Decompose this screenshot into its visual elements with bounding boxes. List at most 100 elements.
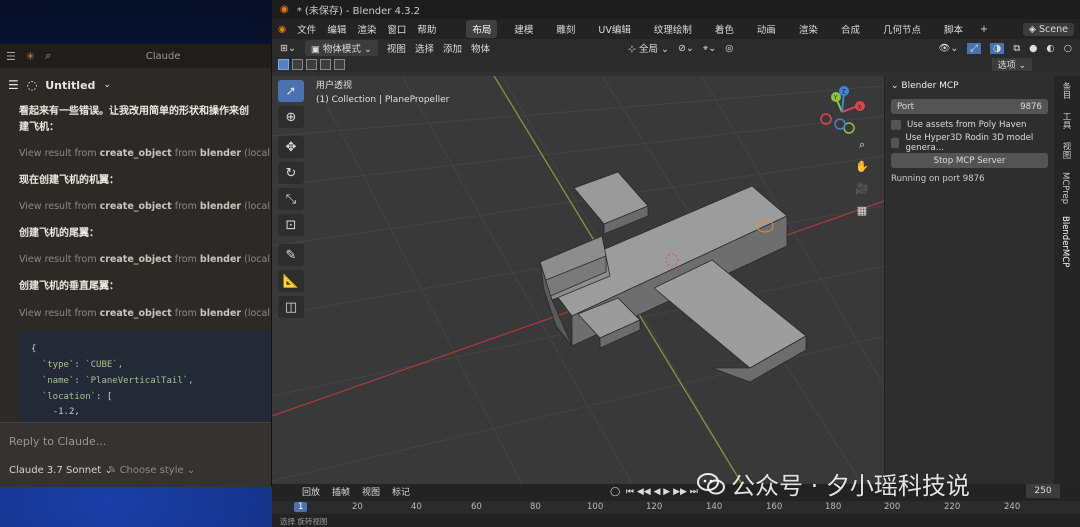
- gizmo-toggle-icon[interactable]: ⤢: [967, 42, 982, 54]
- cursor-tool-icon[interactable]: ⊕: [278, 106, 304, 128]
- mode-selector[interactable]: ▣ 物体模式 ⌄: [304, 40, 378, 56]
- add-cube-tool-icon[interactable]: ◫: [278, 296, 304, 318]
- menu-render[interactable]: 渲染: [357, 22, 376, 36]
- tool-result-link[interactable]: View result from create_object from blen…: [19, 253, 271, 268]
- select-tool-icon[interactable]: ➚: [278, 80, 304, 102]
- scene-selector[interactable]: ◈ Scene: [1022, 22, 1074, 36]
- checkbox-box[interactable]: [891, 119, 901, 130]
- workspace-tab-uv[interactable]: UV编辑: [592, 20, 636, 38]
- poly-haven-checkbox[interactable]: Use assets from Poly Haven: [891, 117, 1048, 132]
- current-frame-indicator[interactable]: 1: [294, 502, 308, 512]
- annotate-tool-icon[interactable]: ✎: [278, 244, 304, 266]
- view-name: 用户透视: [316, 81, 353, 91]
- workspace-tab-shading[interactable]: 着色: [709, 20, 740, 38]
- options-dropdown[interactable]: 选项 ⌄: [991, 58, 1032, 71]
- status-bar: 选择 旋转视图: [280, 517, 328, 526]
- header-menu-add[interactable]: 添加: [443, 41, 462, 55]
- chat-title[interactable]: Untitled: [45, 79, 95, 92]
- timeline-menu-playback[interactable]: 回放: [302, 485, 320, 498]
- pivot-icon[interactable]: ⊘⌄: [678, 43, 694, 54]
- workspace-tab-modeling[interactable]: 建模: [508, 20, 539, 38]
- transform-orientation[interactable]: ⊹ 全局 ⌄: [628, 41, 669, 55]
- select-intersect-icon[interactable]: [334, 59, 345, 70]
- tab-blendermcp[interactable]: BlenderMCP: [1060, 216, 1070, 267]
- move-tool-icon[interactable]: ✥: [278, 136, 304, 158]
- shading-solid-icon[interactable]: ●: [1029, 43, 1037, 54]
- tool-result-link[interactable]: View result from create_object from blen…: [19, 147, 271, 162]
- tab-mcprep[interactable]: MCPrep: [1060, 172, 1070, 204]
- camera-view-icon[interactable]: 🎥: [852, 182, 872, 200]
- select-invert-icon[interactable]: [320, 59, 331, 70]
- workspace-tab-compositing[interactable]: 合成: [835, 20, 866, 38]
- timeline-menu-marker[interactable]: 标记: [392, 485, 410, 498]
- checkbox-box[interactable]: [891, 137, 900, 148]
- workspace-tab-animation[interactable]: 动画: [751, 20, 782, 38]
- timeline-menu-view[interactable]: 视图: [362, 485, 380, 498]
- zoom-icon[interactable]: ⌕: [852, 138, 872, 156]
- hyper3d-checkbox[interactable]: Use Hyper3D Rodin 3D model genera...: [891, 133, 1048, 153]
- tab-view[interactable]: 视图: [1060, 142, 1072, 159]
- blender-menu-icon[interactable]: ◉: [278, 24, 286, 35]
- visibility-icon[interactable]: 👁⌄: [938, 43, 958, 54]
- reply-input[interactable]: Reply to Claude...: [9, 435, 106, 448]
- shading-material-icon[interactable]: ◐: [1046, 43, 1054, 54]
- reply-box[interactable]: Reply to Claude... Claude 3.7 Sonnet ⌄ ✎…: [0, 422, 271, 487]
- search-icon[interactable]: ⌕: [45, 49, 51, 63]
- chevron-down-icon[interactable]: ⌄: [103, 80, 111, 90]
- svg-text:Y: Y: [833, 95, 838, 102]
- proportional-edit-icon[interactable]: ◎: [725, 43, 733, 54]
- workspace-tab-scripting[interactable]: 脚本: [938, 20, 969, 38]
- timeline-menu-keying[interactable]: 插帧: [332, 485, 350, 498]
- scale-tool-icon[interactable]: ⤡: [278, 188, 304, 210]
- header-menu-object[interactable]: 物体: [471, 41, 490, 55]
- playback-controls[interactable]: ◯ ⏮ ◀◀ ◀ ▶ ▶▶ ⏭: [610, 487, 698, 497]
- header-menu-select[interactable]: 选择: [415, 41, 434, 55]
- header-menu-view[interactable]: 视图: [387, 41, 406, 55]
- tool-result-link[interactable]: View result from create_object from blen…: [19, 200, 271, 215]
- workspace-tab-layout[interactable]: 布局: [466, 20, 498, 38]
- tab-tool[interactable]: 工具: [1060, 112, 1072, 129]
- add-workspace-icon[interactable]: +: [980, 24, 988, 35]
- rotate-tool-icon[interactable]: ↻: [278, 162, 304, 184]
- workspace-tab-geometry-nodes[interactable]: 几何节点: [877, 20, 927, 38]
- tool-result-link-expanded[interactable]: View result from create_object from blen…: [19, 307, 271, 322]
- blender-logo-icon: ◉: [280, 4, 289, 15]
- 3d-viewport[interactable]: 用户透视 (1) Collection | PlanePropeller ➚ ⊕…: [272, 76, 1080, 484]
- xray-icon[interactable]: ⧉: [1013, 43, 1020, 54]
- model-selector[interactable]: Claude 3.7 Sonnet ⌄: [9, 465, 113, 476]
- frame-ruler[interactable]: 1 20 40 60 80 100 120 140 160 180 200 22…: [272, 501, 1080, 514]
- workspace-tab-rendering[interactable]: 渲染: [793, 20, 824, 38]
- frame-tick: 140: [706, 502, 723, 512]
- assistant-message: 看起来有一些错误。让我改用简单的形状和操作来创建飞机：: [19, 106, 249, 133]
- tab-item[interactable]: 条目: [1060, 82, 1072, 99]
- stop-mcp-server-button[interactable]: Stop MCP Server: [891, 153, 1048, 168]
- chat-content: 看起来有一些错误。让我改用简单的形状和操作来创建飞机： View result …: [0, 104, 271, 437]
- measure-tool-icon[interactable]: 📐: [278, 270, 304, 292]
- port-field[interactable]: Port 9876: [891, 99, 1048, 114]
- sidebar-toggle-icon[interactable]: ☰: [8, 78, 19, 92]
- select-subtract-icon[interactable]: [306, 59, 317, 70]
- menu-help[interactable]: 帮助: [417, 22, 436, 36]
- frame-tick: 40: [411, 502, 422, 512]
- panel-header[interactable]: ⌄ Blender MCP: [885, 76, 1054, 96]
- navigation-gizmo[interactable]: X Y Z: [816, 84, 868, 136]
- style-selector[interactable]: ✎ Choose style ⌄: [108, 465, 195, 476]
- workspace-tab-texture[interactable]: 纹理绘制: [648, 20, 698, 38]
- menu-window[interactable]: 窗口: [387, 22, 406, 36]
- menu-icon[interactable]: ☰: [6, 50, 16, 63]
- end-frame-field[interactable]: 250: [1026, 484, 1060, 498]
- menu-edit[interactable]: 编辑: [327, 22, 346, 36]
- assistant-message: 创建飞机的垂直尾翼：: [19, 281, 119, 293]
- editor-type-icon[interactable]: ⊞⌄: [280, 43, 296, 54]
- workspace-tab-sculpting[interactable]: 雕刻: [550, 20, 581, 38]
- select-extend-icon[interactable]: [292, 59, 303, 70]
- menu-file[interactable]: 文件: [297, 22, 316, 36]
- overlay-icon[interactable]: ◑: [990, 42, 1005, 54]
- perspective-grid-icon[interactable]: ▦: [852, 204, 872, 222]
- transform-tool-icon[interactable]: ⊡: [278, 214, 304, 236]
- wechat-logo-icon: [697, 472, 725, 494]
- shading-rendered-icon[interactable]: ○: [1064, 43, 1072, 54]
- snap-icon[interactable]: ⌖⌄: [703, 43, 716, 54]
- select-box-icon[interactable]: [278, 59, 289, 70]
- pan-hand-icon[interactable]: ✋: [852, 160, 872, 178]
